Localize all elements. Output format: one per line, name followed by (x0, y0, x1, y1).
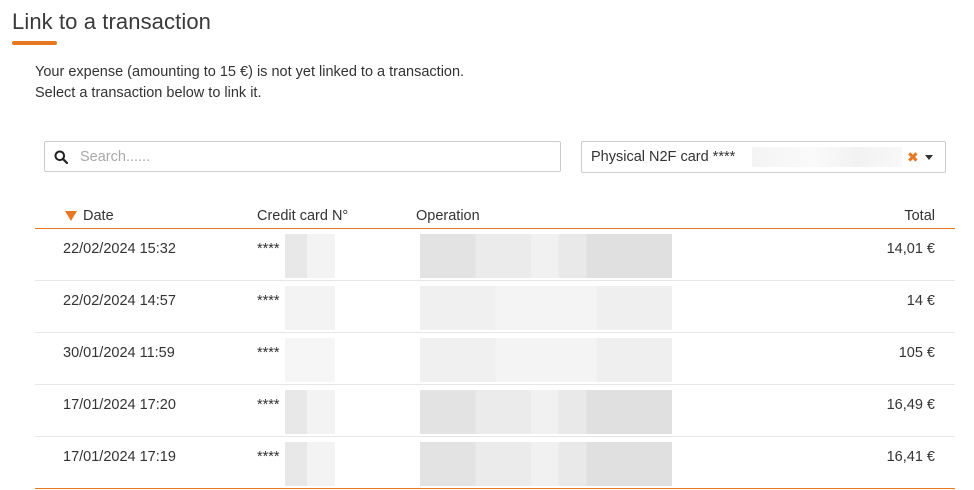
column-header-date[interactable]: Date (83, 208, 114, 224)
page-title: Link to a transaction (12, 9, 211, 34)
redacted-operation (420, 286, 672, 330)
row-total: 14 € (906, 293, 935, 309)
row-total: 14,01 € (886, 241, 935, 257)
redacted-operation (420, 390, 672, 434)
column-header-operation[interactable]: Operation (416, 208, 480, 224)
redacted-card-digits (285, 390, 335, 434)
column-header-credit-card[interactable]: Credit card N° (257, 208, 348, 224)
redacted-card-digits (285, 442, 335, 486)
row-total: 16,41 € (886, 449, 935, 465)
table-row[interactable]: 17/01/2024 17:19 **** 16,41 € (35, 437, 955, 489)
search-icon (54, 150, 68, 164)
redacted-card-digits (285, 286, 335, 330)
transactions-table-header: Date Credit card N° Operation Total (35, 200, 955, 229)
redacted-card-number (752, 147, 902, 167)
row-date: 22/02/2024 15:32 (63, 241, 176, 257)
dropdown-caret-icon[interactable] (925, 155, 933, 160)
row-card-number: **** (257, 241, 280, 257)
row-date: 30/01/2024 11:59 (63, 345, 175, 361)
row-total: 16,49 € (886, 397, 935, 413)
row-card-number: **** (257, 449, 280, 465)
table-row[interactable]: 17/01/2024 17:20 **** 16,49 € (35, 385, 955, 437)
row-card-number: **** (257, 293, 280, 309)
redacted-operation (420, 338, 672, 382)
table-row[interactable]: 22/02/2024 15:32 **** 14,01 € (35, 229, 955, 281)
redacted-operation (420, 234, 672, 278)
clear-selection-icon[interactable]: ✖ (907, 149, 919, 165)
card-filter-select[interactable]: Physical N2F card **** ✖ (581, 141, 946, 173)
intro-text: Your expense (amounting to 15 €) is not … (35, 62, 464, 104)
intro-line-amount: Your expense (amounting to 15 €) is not … (35, 64, 465, 80)
title-accent-underline (12, 41, 57, 45)
intro-line-instruction: Select a transaction below to link it. (35, 85, 262, 101)
sort-descending-icon[interactable] (65, 211, 77, 221)
row-date: 22/02/2024 14:57 (63, 293, 176, 309)
table-row[interactable]: 22/02/2024 14:57 **** 14 € (35, 281, 955, 333)
row-date: 17/01/2024 17:19 (63, 449, 176, 465)
column-header-total[interactable]: Total (904, 208, 935, 224)
transactions-table-body: 22/02/2024 15:32 **** 14,01 € 22/02/2024… (35, 229, 955, 489)
search-input[interactable] (80, 142, 550, 171)
redacted-operation (420, 442, 672, 486)
card-filter-selected-value: Physical N2F card **** (591, 149, 736, 165)
table-row[interactable]: 30/01/2024 11:59 **** 105 € (35, 333, 955, 385)
row-card-number: **** (257, 345, 280, 361)
search-box[interactable] (44, 141, 561, 172)
row-total: 105 € (898, 345, 935, 361)
row-card-number: **** (257, 397, 280, 413)
redacted-card-digits (285, 338, 335, 382)
redacted-card-digits (285, 234, 335, 278)
row-date: 17/01/2024 17:20 (63, 397, 176, 413)
